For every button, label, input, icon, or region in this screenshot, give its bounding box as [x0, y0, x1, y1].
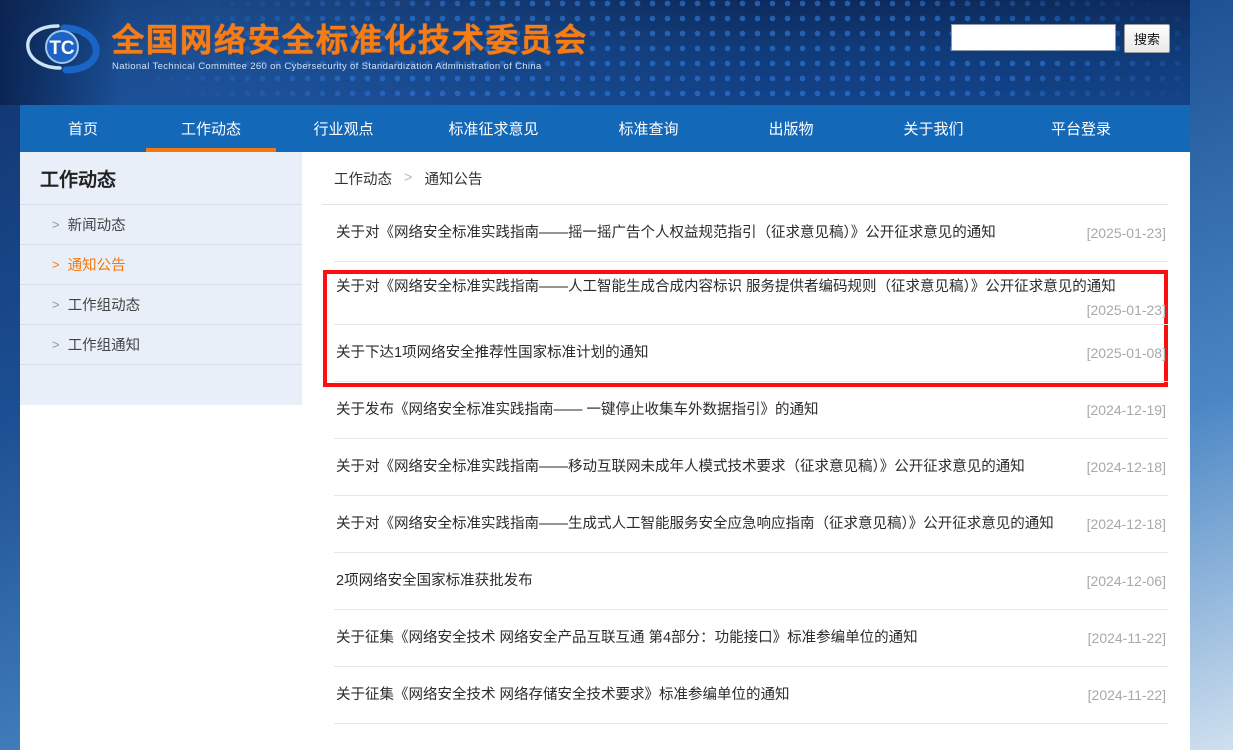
- news-title[interactable]: 关于下达1项网络安全推荐性国家标准计划的通知: [336, 342, 649, 364]
- chevron-right-icon: >: [52, 257, 60, 272]
- news-title[interactable]: 关于征集《网络安全技术 网络安全产品互联互通 第4部分：功能接口》标准参编单位的…: [336, 627, 918, 649]
- search-area: 搜索: [951, 24, 1170, 53]
- site-header: TC 全国网络安全标准化技术委员会 National Technical Com…: [0, 0, 1190, 105]
- breadcrumb-parent[interactable]: 工作动态: [334, 168, 392, 189]
- svg-text:TC: TC: [49, 38, 75, 59]
- news-date: [2024-11-22]: [1087, 630, 1166, 646]
- tc-emblem-icon: TC: [22, 20, 104, 76]
- main-navigation: 首页 工作动态 行业观点 标准征求意见 标准查询 出版物 关于我们 平台登录: [20, 105, 1190, 152]
- nav-item-label: 工作动态: [180, 121, 241, 138]
- site-logo[interactable]: TC 全国网络安全标准化技术委员会 National Technical Com…: [22, 20, 588, 76]
- sidebar-item-3[interactable]: > 工作组通知: [20, 325, 302, 365]
- page-container: TC 全国网络安全标准化技术委员会 National Technical Com…: [0, 0, 1190, 750]
- news-date: [2024-12-18]: [1086, 459, 1166, 475]
- sidebar-item-label: 新闻动态: [67, 218, 126, 234]
- sidebar-menu: > 新闻动态 > 通知公告 > 工作组动态 > 工作组通知: [20, 205, 302, 405]
- sidebar-item-1[interactable]: > 通知公告: [20, 245, 302, 285]
- news-row[interactable]: 关于对《网络安全标准实践指南——移动互联网未成年人模式技术要求（征求意见稿）》公…: [334, 439, 1168, 496]
- breadcrumb-current: 通知公告: [424, 171, 483, 188]
- nav-item-6[interactable]: 关于我们: [861, 105, 1006, 152]
- chevron-right-icon: >: [52, 297, 60, 312]
- nav-item-1[interactable]: 工作动态: [146, 105, 276, 152]
- sidebar-item-label: 工作组通知: [67, 338, 141, 354]
- news-title[interactable]: 关于对《网络安全标准实践指南——人工智能生成合成内容标识 服务提供者编码规则（征…: [336, 279, 1116, 295]
- nav-item-label: 关于我们: [903, 121, 964, 138]
- nav-item-7[interactable]: 平台登录: [1006, 105, 1156, 152]
- news-date: [2024-11-22]: [1087, 687, 1166, 703]
- content-area: 工作动态 > 新闻动态 > 通知公告 > 工作组动态 > 工作组通知 工作动态 > 通知公告 …: [20, 152, 1190, 750]
- nav-item-2[interactable]: 行业观点: [276, 105, 411, 152]
- nav-item-4[interactable]: 标准查询: [576, 105, 721, 152]
- sidebar: 工作动态 > 新闻动态 > 通知公告 > 工作组动态 > 工作组通知: [20, 152, 302, 405]
- sidebar-item-label: 工作组动态: [67, 298, 141, 314]
- news-list: 关于对《网络安全标准实践指南——摇一摇广告个人权益规范指引（征求意见稿）》公开征…: [322, 205, 1168, 724]
- news-title[interactable]: 关于对《网络安全标准实践指南——生成式人工智能服务安全应急响应指南（征求意见稿）…: [336, 513, 1054, 535]
- news-title[interactable]: 2项网络安全国家标准获批发布: [336, 570, 533, 592]
- news-date: [2024-12-18]: [1086, 516, 1166, 532]
- news-row[interactable]: 关于征集《网络安全技术 网络存储安全技术要求》标准参编单位的通知 [2024-11…: [334, 667, 1168, 724]
- nav-item-3[interactable]: 标准征求意见: [411, 105, 576, 152]
- news-date: [2025-01-23]: [1086, 225, 1166, 241]
- nav-item-label: 标准查询: [618, 121, 679, 138]
- search-button[interactable]: 搜索: [1124, 24, 1170, 53]
- news-date: [2024-12-19]: [1086, 402, 1166, 418]
- nav-item-5[interactable]: 出版物: [721, 105, 861, 152]
- news-title[interactable]: 关于发布《网络安全标准实践指南—— 一键停止收集车外数据指引》的通知: [336, 399, 819, 421]
- nav-item-label: 出版物: [768, 121, 814, 138]
- search-input[interactable]: [951, 24, 1116, 51]
- chevron-right-icon: >: [52, 337, 60, 352]
- breadcrumb: 工作动态 > 通知公告: [322, 152, 1168, 205]
- news-row[interactable]: 关于对《网络安全标准实践指南——摇一摇广告个人权益规范指引（征求意见稿）》公开征…: [334, 205, 1168, 262]
- news-row[interactable]: 2项网络安全国家标准获批发布 [2024-12-06]: [334, 553, 1168, 610]
- news-row[interactable]: 关于对《网络安全标准实践指南——人工智能生成合成内容标识 服务提供者编码规则（征…: [334, 262, 1168, 325]
- site-title-cn: 全国网络安全标准化技术委员会: [112, 21, 589, 58]
- news-date: [2024-12-06]: [1086, 573, 1166, 589]
- nav-item-label: 行业观点: [313, 121, 374, 138]
- sidebar-item-0[interactable]: > 新闻动态: [20, 205, 302, 245]
- news-row[interactable]: 关于征集《网络安全技术 网络安全产品互联互通 第4部分：功能接口》标准参编单位的…: [334, 610, 1168, 667]
- nav-item-0[interactable]: 首页: [20, 105, 146, 152]
- breadcrumb-separator-icon: >: [404, 170, 413, 186]
- site-title-en: National Technical Committee 260 on Cybe…: [112, 60, 542, 72]
- sidebar-item-label: 通知公告: [67, 258, 126, 274]
- site-title-block: 全国网络安全标准化技术委员会 National Technical Commit…: [112, 21, 588, 74]
- nav-item-label: 首页: [67, 121, 98, 138]
- nav-item-label: 平台登录: [1050, 121, 1111, 138]
- news-date: [2025-01-23]: [1086, 302, 1166, 318]
- news-row[interactable]: 关于下达1项网络安全推荐性国家标准计划的通知 [2025-01-08]: [334, 325, 1168, 382]
- chevron-right-icon: >: [52, 217, 60, 232]
- list-column: 工作动态 > 通知公告 关于对《网络安全标准实践指南——摇一摇广告个人权益规范指…: [302, 152, 1190, 750]
- sidebar-item-2[interactable]: > 工作组动态: [20, 285, 302, 325]
- news-title[interactable]: 关于对《网络安全标准实践指南——摇一摇广告个人权益规范指引（征求意见稿）》公开征…: [336, 222, 996, 244]
- news-title[interactable]: 关于征集《网络安全技术 网络存储安全技术要求》标准参编单位的通知: [336, 684, 790, 706]
- news-row[interactable]: 关于发布《网络安全标准实践指南—— 一键停止收集车外数据指引》的通知 [2024-…: [334, 382, 1168, 439]
- sidebar-filler: [20, 365, 302, 405]
- news-date: [2025-01-08]: [1086, 345, 1166, 361]
- news-row[interactable]: 关于对《网络安全标准实践指南——生成式人工智能服务安全应急响应指南（征求意见稿）…: [334, 496, 1168, 553]
- news-title[interactable]: 关于对《网络安全标准实践指南——移动互联网未成年人模式技术要求（征求意见稿）》公…: [336, 456, 1025, 478]
- nav-item-label: 标准征求意见: [448, 121, 539, 138]
- sidebar-title: 工作动态: [20, 152, 302, 205]
